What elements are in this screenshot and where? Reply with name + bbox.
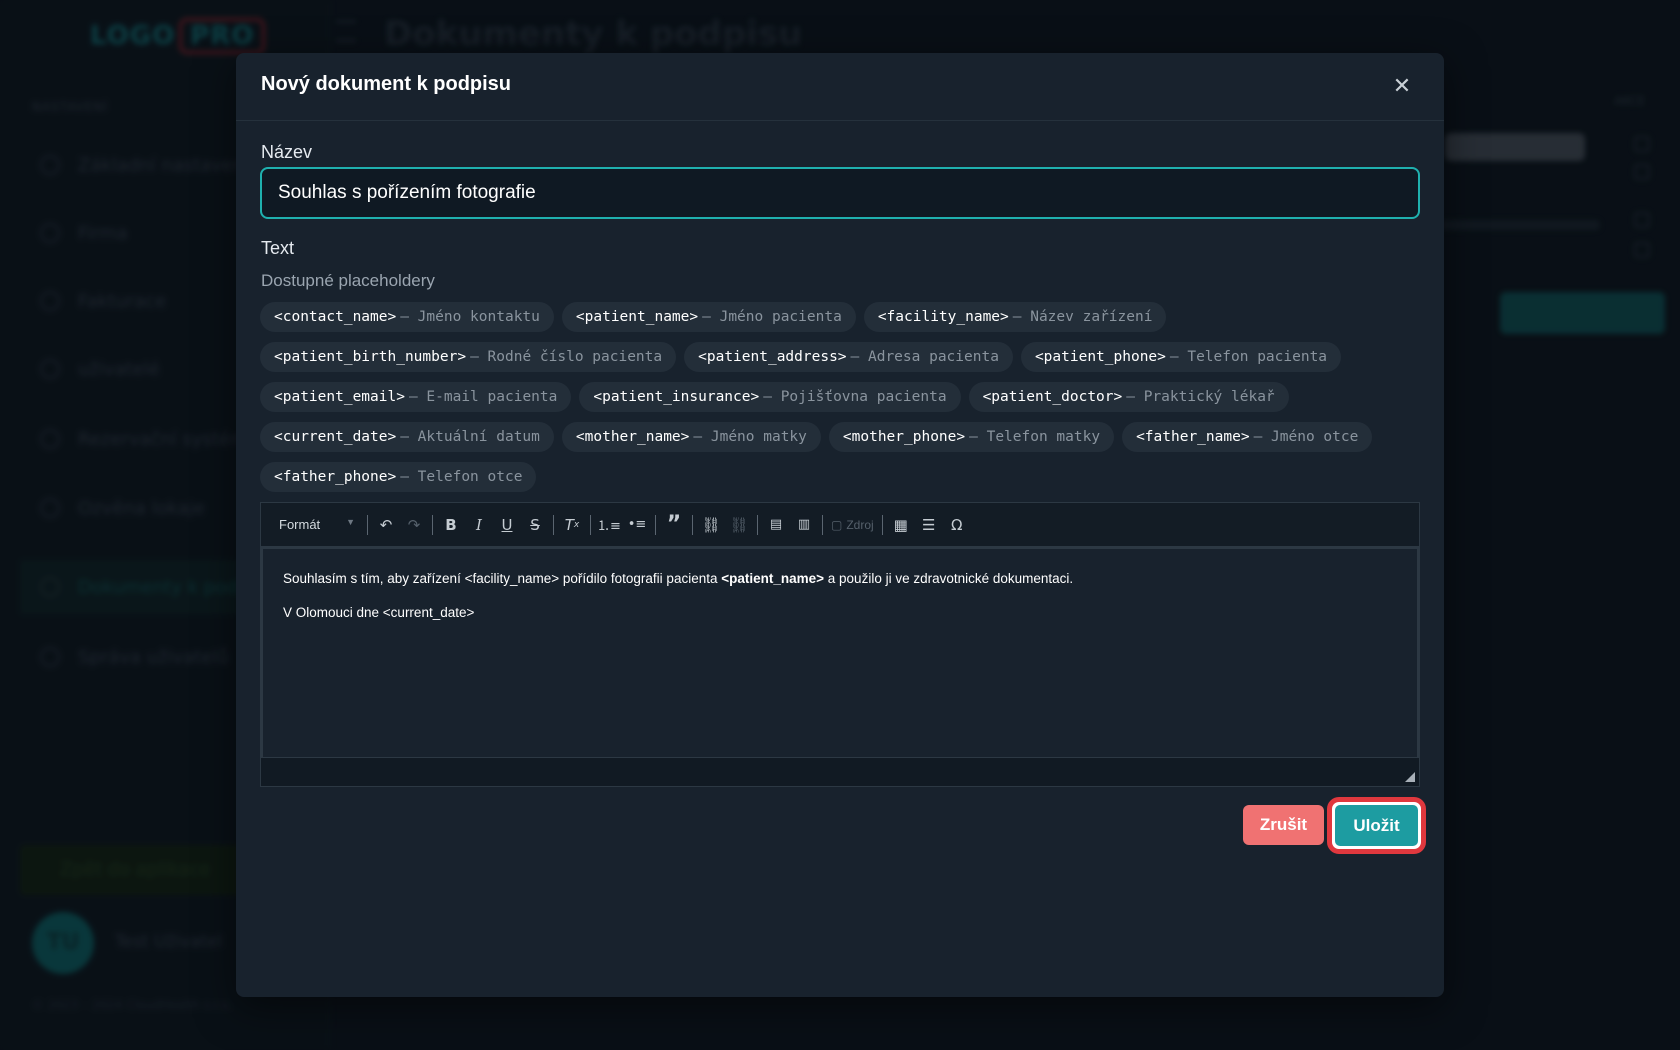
placeholder-description: — Praktický lékař: [1126, 389, 1275, 405]
new-document-modal: Nový dokument k podpisu ✕ Název Text Dos…: [236, 53, 1444, 997]
undo-icon[interactable]: ↶: [372, 511, 400, 539]
save-button-highlight: Uložit: [1327, 797, 1426, 854]
blockquote-icon[interactable]: ”: [660, 511, 688, 539]
placeholder-description: — Telefon pacienta: [1169, 349, 1328, 365]
placeholder-description: — Jméno kontaktu: [400, 309, 540, 325]
placeholder-description: — Telefon otce: [400, 469, 523, 485]
placeholder-chip[interactable]: <patient_phone> — Telefon pacienta: [1020, 342, 1342, 372]
placeholder-chip[interactable]: <facility_name> — Název zařízení: [863, 302, 1167, 332]
source-icon: ▢: [831, 517, 843, 532]
placeholder-chip[interactable]: <patient_address> — Adresa pacienta: [684, 342, 1013, 372]
placeholder-key: <patient_insurance>: [593, 389, 760, 405]
placeholder-chip[interactable]: <patient_insurance> — Pojišťovna pacienta: [579, 382, 961, 412]
placeholder-chip[interactable]: <patient_email> — E-mail pacienta: [260, 382, 572, 412]
placeholder-description: — Název zařízení: [1012, 309, 1153, 325]
placeholder-list: <contact_name> — Jméno kontaktu <patient_n…: [260, 302, 1430, 492]
placeholder-chip[interactable]: <mother_phone> — Telefon matky: [828, 422, 1115, 452]
placeholder-key: <patient_doctor>: [982, 389, 1123, 405]
placeholder-key: <patient_birth_number>: [274, 349, 467, 365]
redo-icon[interactable]: ↷: [400, 511, 428, 539]
placeholder-key: <mother_name>: [575, 429, 690, 445]
placeholder-key: <father_phone>: [274, 469, 397, 485]
numbered-list-icon[interactable]: ⒈≡: [595, 511, 623, 539]
placeholder-chip[interactable]: <patient_birth_number> — Rodné číslo paci…: [260, 342, 677, 372]
placeholder-description: — Telefon matky: [969, 429, 1101, 445]
placeholder-key: <patient_email>: [274, 389, 405, 405]
unlink-icon[interactable]: ⛓: [725, 511, 753, 539]
special-char-icon[interactable]: Ω: [943, 511, 971, 539]
placeholders-heading: Dostupné placeholdery: [261, 271, 435, 290]
rich-text-editor: Formát ▼ ↶ ↷ B I U S Tx ⒈≡ •≡ ” ⛓ ⛓ ▤ ▥ ▢…: [260, 502, 1420, 787]
save-button[interactable]: Uložit: [1335, 805, 1418, 846]
name-label: Název: [261, 142, 313, 162]
placeholder-chip[interactable]: <mother_name> — Jméno matky: [561, 422, 821, 452]
modal-header: Nový dokument k podpisu ✕: [236, 53, 1444, 121]
placeholder-description: — Jméno otce: [1253, 429, 1359, 445]
placeholder-chip[interactable]: <father_name> — Jméno otce: [1122, 422, 1373, 452]
placeholder-chip[interactable]: <patient_doctor> — Praktický lékař: [968, 382, 1289, 412]
placeholder-key: <mother_phone>: [842, 429, 966, 445]
placeholder-chip[interactable]: <contact_name> — Jméno kontaktu: [260, 302, 554, 332]
close-icon[interactable]: ✕: [1390, 75, 1414, 99]
remove-format-icon[interactable]: Tx: [558, 511, 586, 539]
editor-paragraph: V Olomouci dne <current_date>: [283, 605, 475, 620]
cancel-button[interactable]: Zrušit: [1243, 805, 1324, 845]
bold-icon[interactable]: B: [437, 511, 465, 539]
italic-icon[interactable]: I: [465, 511, 493, 539]
table-icon[interactable]: ▦: [887, 511, 915, 539]
strikethrough-icon[interactable]: S: [521, 511, 549, 539]
placeholder-chip[interactable]: <current_date> — Aktuální datum: [260, 422, 554, 452]
bulleted-list-icon[interactable]: •≡: [623, 511, 651, 539]
resize-handle[interactable]: [1405, 772, 1415, 782]
placeholder-description: — Aktuální datum: [400, 429, 540, 445]
placeholder-key: <current_date>: [274, 429, 397, 445]
paste-text-icon[interactable]: ▤: [762, 511, 790, 539]
editor-statusbar: [261, 758, 1419, 786]
placeholder-description: — Jméno matky: [693, 429, 807, 445]
link-icon[interactable]: ⛓: [697, 511, 725, 539]
placeholder-chip[interactable]: <father_phone> — Telefon otce: [260, 462, 537, 492]
placeholder-key: <contact_name>: [274, 309, 397, 325]
placeholder-key: <patient_name>: [575, 309, 699, 325]
paste-word-icon[interactable]: ▥: [790, 511, 818, 539]
source-button[interactable]: ▢ Zdroj: [827, 511, 878, 539]
editor-content[interactable]: Souhlasím s tím, aby zařízení <facility_…: [261, 547, 1419, 759]
placeholder-key: <father_name>: [1136, 429, 1250, 445]
editor-paragraph: Souhlasím s tím, aby zařízení <facility_…: [283, 571, 1074, 586]
editor-toolbar: Formát ▼ ↶ ↷ B I U S Tx ⒈≡ •≡ ” ⛓ ⛓ ▤ ▥ ▢…: [261, 503, 1419, 547]
placeholder-description: — Jméno pacienta: [702, 309, 842, 325]
format-dropdown[interactable]: Formát ▼: [271, 517, 363, 532]
placeholder-chip[interactable]: <patient_name> — Jméno pacienta: [561, 302, 856, 332]
placeholder-description: — Adresa pacienta: [850, 349, 999, 365]
name-input[interactable]: [260, 167, 1420, 219]
placeholder-key: <facility_name>: [877, 309, 1009, 325]
placeholder-key: <patient_phone>: [1034, 349, 1166, 365]
underline-icon[interactable]: U: [493, 511, 521, 539]
placeholder-description: — Pojišťovna pacienta: [763, 389, 947, 405]
horizontal-line-icon[interactable]: ☰: [915, 511, 943, 539]
placeholder-description: — Rodné číslo pacienta: [470, 349, 663, 365]
text-label: Text: [261, 238, 295, 258]
placeholder-description: — E-mail pacienta: [408, 389, 558, 405]
modal-title: Nový dokument k podpisu: [261, 73, 512, 95]
placeholder-key: <patient_address>: [698, 349, 847, 365]
